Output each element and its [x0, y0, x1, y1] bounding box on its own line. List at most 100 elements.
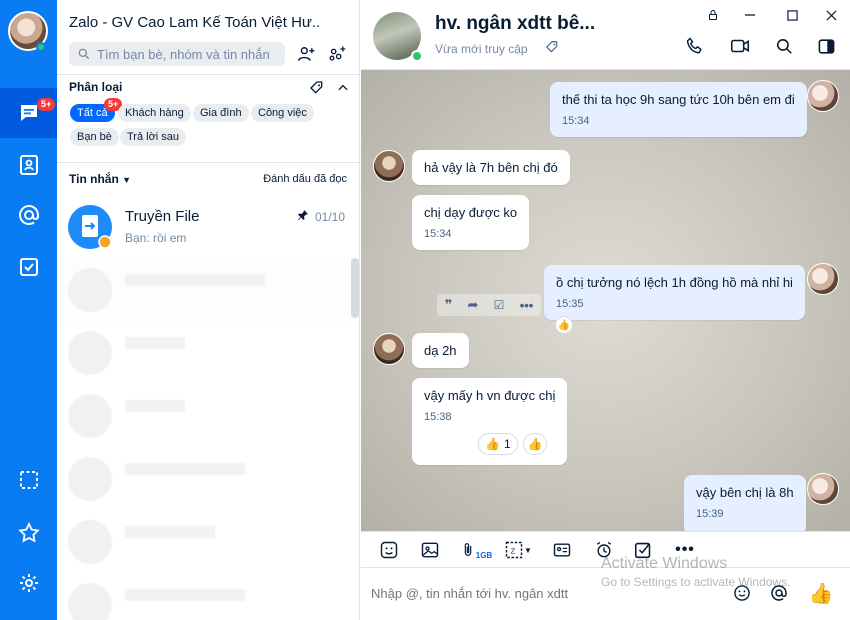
message-time: 15:35	[556, 298, 584, 310]
minimize-button[interactable]	[735, 4, 765, 26]
tag-button[interactable]	[545, 40, 559, 57]
react-button[interactable]: 👍	[555, 316, 573, 334]
thumbs-up-icon: 👍	[527, 437, 543, 451]
thumbs-up-icon: 👍	[485, 437, 500, 451]
more-icon: •••	[675, 541, 695, 558]
more-icon[interactable]: •••	[520, 298, 534, 313]
contact-name[interactable]: hv. ngân xdtt bê...	[435, 13, 595, 35]
list-item[interactable]: Truyền File Bạn: rồi em 01/10	[57, 195, 351, 259]
chip-work-label: Công việc	[258, 107, 307, 119]
conversation-panel: Zalo - GV Cao Lam Kế Toán Việt Hư... Tìm…	[57, 0, 360, 620]
chip-family[interactable]: Gia đình	[193, 104, 249, 122]
list-item[interactable]	[57, 573, 351, 620]
screenshot-button[interactable]: Z ▼	[501, 538, 535, 562]
list-item[interactable]	[57, 384, 351, 448]
image-button[interactable]	[418, 538, 442, 562]
close-icon	[825, 9, 837, 21]
collapse-filter-button[interactable]	[331, 76, 355, 100]
chip-friends-label: Bạn bè	[77, 131, 112, 143]
my-avatar[interactable]	[807, 80, 839, 112]
quote-icon[interactable]: ❞	[445, 297, 453, 313]
chevron-down-icon: ▼	[524, 545, 532, 555]
thumbs-up-icon: 👍	[808, 582, 834, 605]
search-box[interactable]: Tìm bạn bè, nhóm và tin nhắn	[69, 42, 285, 66]
tag-icon	[545, 41, 558, 53]
quick-like-button[interactable]: 👍	[807, 579, 835, 607]
list-item[interactable]	[57, 258, 351, 322]
message-time: 15:38	[424, 411, 452, 423]
list-item[interactable]	[57, 510, 351, 574]
close-button[interactable]	[816, 4, 846, 26]
message-time: 15:34	[562, 115, 590, 127]
avatar	[68, 331, 112, 375]
online-status-dot	[36, 42, 46, 52]
reaction-summary[interactable]: 👍 1	[478, 433, 518, 455]
settings-icon	[19, 574, 38, 592]
my-avatar[interactable]	[807, 473, 839, 505]
messages-tab[interactable]: Tin nhắn ▼	[69, 172, 131, 186]
emoji-button[interactable]	[730, 581, 754, 605]
toggle-info-panel-button[interactable]	[814, 34, 838, 58]
mark-read-button[interactable]: Đánh dấu đã đọc	[263, 173, 347, 185]
nav-starred[interactable]	[0, 508, 57, 558]
message-input[interactable]	[371, 586, 711, 601]
list-item[interactable]	[57, 321, 351, 385]
chip-work[interactable]: Công việc	[251, 104, 314, 122]
chip-reply-later-label: Trả lời sau	[127, 131, 180, 143]
contact-message-avatar[interactable]	[373, 150, 405, 182]
assign-task-button[interactable]	[632, 538, 656, 562]
nav-settings[interactable]	[0, 558, 57, 608]
nav-todo[interactable]	[0, 242, 57, 292]
filter-settings-button[interactable]	[305, 76, 329, 100]
obscured-name	[125, 589, 245, 601]
sidebar-toggle-icon	[818, 38, 834, 54]
obscured-name	[125, 463, 245, 475]
message-bubble-received[interactable]: chị dạy được ko 15:34	[412, 195, 530, 250]
search-messages-button[interactable]	[772, 34, 796, 58]
message-bubble-received[interactable]: hả vậy là 7h bên chị đó	[412, 150, 570, 185]
message-list[interactable]: thế thi ta học 9h sang tức 10h bên em đi…	[361, 70, 850, 531]
obscured-name	[125, 274, 265, 286]
video-call-button[interactable]	[728, 34, 752, 58]
add-friend-button[interactable]	[294, 42, 318, 66]
lock-button[interactable]	[698, 4, 728, 26]
maximize-button[interactable]	[777, 4, 807, 26]
message-text: thế thi ta học 9h sang tức 10h bên em đi	[562, 92, 795, 107]
divider	[57, 162, 360, 163]
chip-reply-later[interactable]: Trả lời sau	[120, 128, 187, 146]
mention-button[interactable]	[767, 581, 791, 605]
add-todo-icon[interactable]: ☑	[494, 298, 505, 312]
nav-screenshot[interactable]	[0, 455, 57, 505]
business-card-button[interactable]	[550, 538, 574, 562]
nav-messages[interactable]: 5+	[0, 88, 57, 138]
chat-header: hv. ngân xdtt bê... Vừa mới truy cập	[361, 0, 850, 70]
app-title: Zalo - GV Cao Lam Kế Toán Việt Hư...	[69, 14, 319, 31]
todo-check-icon	[19, 258, 38, 276]
nav-contacts[interactable]	[0, 140, 57, 190]
search-placeholder: Tìm bạn bè, nhóm và tin nhắn	[97, 46, 270, 62]
message-bubble-sent[interactable]: vậy bên chị là 8h 15:39	[684, 475, 806, 531]
voice-call-button[interactable]	[683, 34, 707, 58]
message-text: chị dạy được ko	[424, 205, 518, 220]
star-icon	[17, 521, 40, 543]
sticker-button[interactable]	[377, 538, 401, 562]
message-bubble-sent[interactable]: ồ chị tưởng nó lệch 1h đồng hồ mà nhỉ hi…	[544, 265, 805, 320]
attach-file-button[interactable]: 1GB	[459, 538, 493, 562]
message-bubble-received[interactable]: dạ 2h	[412, 333, 469, 368]
create-group-button[interactable]	[325, 42, 349, 66]
more-options-button[interactable]: •••	[671, 538, 699, 562]
my-avatar[interactable]	[807, 263, 839, 295]
forward-icon[interactable]: ➦	[468, 297, 479, 313]
react-button[interactable]: 👍	[523, 433, 547, 455]
chip-friends[interactable]: Bạn bè	[70, 128, 119, 146]
message-bubble-sent[interactable]: thế thi ta học 9h sang tức 10h bên em đi…	[550, 82, 807, 137]
nav-mentions[interactable]	[0, 190, 57, 240]
chip-customers[interactable]: Khách hàng	[118, 104, 191, 122]
conversation-scrollbar[interactable]	[351, 258, 359, 318]
reminder-button[interactable]	[592, 538, 616, 562]
list-item[interactable]	[57, 447, 351, 511]
minimize-icon	[745, 14, 755, 16]
avatar	[68, 520, 112, 564]
contact-message-avatar[interactable]	[373, 333, 405, 365]
tag-settings-icon	[310, 81, 323, 94]
